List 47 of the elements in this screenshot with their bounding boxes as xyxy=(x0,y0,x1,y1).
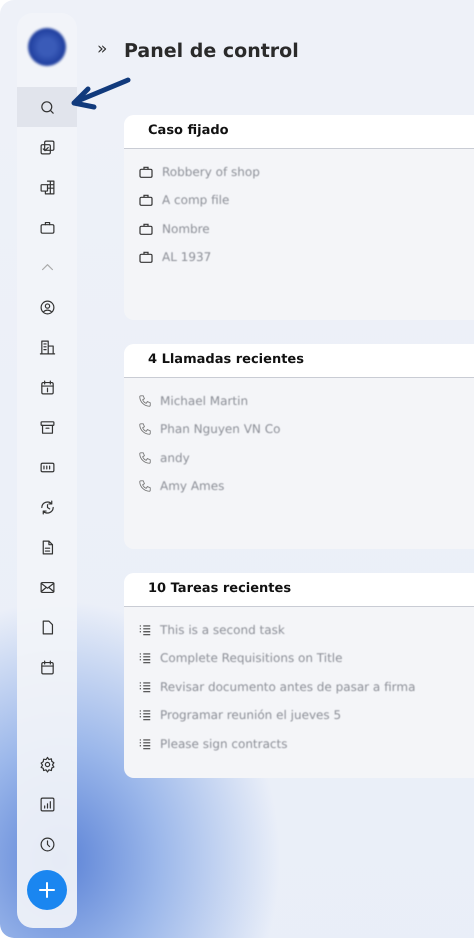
copy-check-icon xyxy=(38,138,56,156)
list-item-link[interactable]: Nombre xyxy=(162,220,210,238)
list-item-link[interactable]: Programar reunión el jueves 5 xyxy=(160,706,342,724)
pointer-arrow xyxy=(72,78,130,110)
expand-toggle[interactable]: » xyxy=(97,41,124,61)
phone-icon xyxy=(138,422,152,436)
list-item-link[interactable]: andy xyxy=(160,448,190,467)
phone-icon xyxy=(138,394,152,408)
chart-icon xyxy=(38,796,56,812)
history-icon xyxy=(38,498,56,516)
briefcase-icon xyxy=(138,192,154,208)
briefcase-icon xyxy=(138,249,154,266)
sidebar-item[interactable] xyxy=(17,87,77,127)
panel-title: 4 Llamadas recientes xyxy=(148,351,304,370)
list-item-link[interactable]: Revisar documento antes de pasar a firma xyxy=(160,678,416,696)
list-item-link[interactable]: Michael Martin xyxy=(160,392,248,410)
briefcase-icon xyxy=(138,164,154,180)
add-button[interactable] xyxy=(27,870,67,910)
archive-icon xyxy=(38,418,56,436)
panel-title: Caso fijado xyxy=(148,122,229,140)
search-icon xyxy=(38,98,56,116)
plus-icon xyxy=(38,881,56,899)
list-icon xyxy=(138,680,152,694)
list-item-link[interactable]: Phan Nguyen VN Co xyxy=(160,420,280,438)
list-item-link[interactable]: Complete Requisitions on Title xyxy=(160,649,343,668)
list-icon xyxy=(138,622,152,637)
settings-icon xyxy=(38,756,56,772)
list-icon xyxy=(138,736,152,751)
building-icon xyxy=(38,338,56,356)
phone-icon xyxy=(138,479,152,494)
clock-icon xyxy=(38,836,56,852)
page-title: Panel de control xyxy=(124,39,300,64)
list-icon xyxy=(138,651,152,666)
list-item-link[interactable]: A comp file xyxy=(162,191,230,210)
avatar[interactable] xyxy=(28,28,66,66)
phone-icon xyxy=(138,450,152,465)
list-item-link[interactable]: AL 1937 xyxy=(162,248,212,266)
calendar-icon xyxy=(38,378,56,396)
user-circle-icon xyxy=(38,298,56,316)
list-icon xyxy=(138,708,152,722)
list-item-link[interactable]: Please sign contracts xyxy=(160,734,288,753)
list-item-link[interactable]: Robbery of shop xyxy=(162,162,260,181)
panel-title: 10 Tareas recientes xyxy=(148,580,292,598)
briefcase-icon xyxy=(138,220,154,237)
list-item-link[interactable]: Amy Ames xyxy=(160,477,224,496)
list-item-link[interactable]: This is a second task xyxy=(160,620,285,639)
calendar-icon xyxy=(38,658,56,676)
